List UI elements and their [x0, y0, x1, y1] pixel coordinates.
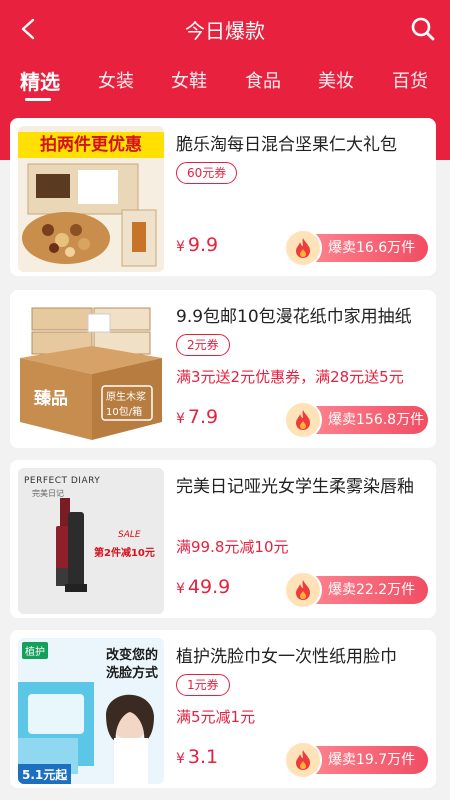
- image-banner: 拍两件更优惠: [18, 132, 164, 158]
- tab-nvzhuang[interactable]: 女装: [98, 67, 134, 93]
- image-brand-cn: 完美日记: [32, 489, 64, 498]
- image-slogan-1: 改变您的: [106, 648, 159, 663]
- product-card[interactable]: PERFECT DIARY 完美日记 SALE 第2件减10元 完美日记哑光女学…: [10, 460, 436, 618]
- top-bar: 今日爆款: [0, 0, 450, 58]
- image-sale-text: 第2件减10元: [94, 548, 155, 559]
- image-brand: 植护: [22, 642, 48, 659]
- coupon-badge: 2元券: [176, 334, 230, 356]
- image-slogan-2: 洗脸方式: [106, 666, 159, 681]
- sold-badge: 爆卖16.6万件: [284, 229, 428, 267]
- sold-badge: 爆卖22.2万件: [284, 571, 428, 609]
- product-image[interactable]: PERFECT DIARY 完美日记 SALE 第2件减10元: [18, 468, 164, 614]
- coupon-badge: 60元券: [176, 162, 238, 184]
- svg-text:10包/箱: 10包/箱: [106, 405, 142, 418]
- tab-meizhuang[interactable]: 美妆: [318, 67, 354, 93]
- sold-badge: 爆卖156.8万件: [284, 401, 428, 439]
- fire-icon: [284, 229, 322, 267]
- product-card[interactable]: 臻品 原生木浆 10包/箱 9.9包邮10包漫花纸巾家用抽纸 2元券 满3元送2…: [10, 290, 436, 448]
- product-title[interactable]: 完美日记哑光女学生柔雾染唇釉: [176, 472, 426, 497]
- product-image[interactable]: 拍两件更优惠: [18, 126, 164, 272]
- product-card[interactable]: 拍两件更优惠 脆乐淘每日混合坚果仁大礼包 60元券 ¥9.9 爆卖16.6万件: [10, 118, 436, 276]
- coupon-badge: 1元券: [176, 674, 230, 696]
- tab-nvxie[interactable]: 女鞋: [171, 67, 207, 93]
- fire-icon: [284, 401, 322, 439]
- product-title[interactable]: 9.9包邮10包漫花纸巾家用抽纸: [176, 302, 426, 327]
- product-title[interactable]: 脆乐淘每日混合坚果仁大礼包: [176, 130, 426, 155]
- product-price: ¥7.9: [176, 406, 219, 428]
- image-brand: PERFECT DIARY: [24, 476, 101, 486]
- product-price: ¥9.9: [176, 234, 219, 256]
- category-tabs: 精选 女装 女鞋 食品 美妆 百货: [0, 62, 450, 106]
- page-title: 今日爆款: [185, 19, 265, 43]
- search-icon[interactable]: [406, 12, 440, 46]
- tab-jingxuan[interactable]: 精选: [20, 66, 60, 95]
- image-sale-tag: SALE: [118, 530, 141, 540]
- fire-icon: [284, 571, 322, 609]
- product-image[interactable]: 植护 改变您的 洗脸方式 5.1元起: [18, 638, 164, 784]
- active-tab-indicator: [25, 98, 51, 101]
- svg-text:原生木浆: 原生木浆: [106, 390, 146, 403]
- tab-shipin[interactable]: 食品: [245, 67, 281, 93]
- sold-badge: 爆卖19.7万件: [284, 741, 428, 779]
- product-title[interactable]: 植护洗脸巾女一次性纸用脸巾: [176, 642, 426, 667]
- product-price: ¥3.1: [176, 746, 219, 768]
- product-card[interactable]: 植护 改变您的 洗脸方式 5.1元起 植护洗脸巾女一次性纸用脸巾 1元券 满5元…: [10, 630, 436, 788]
- product-image[interactable]: 臻品 原生木浆 10包/箱: [18, 298, 164, 444]
- fire-icon: [284, 741, 322, 779]
- promo-text: 满5元减1元: [176, 708, 256, 726]
- promo-text: 满99.8元减10元: [176, 538, 289, 556]
- image-badge: 5.1元起: [18, 764, 72, 784]
- tab-baihuo[interactable]: 百货: [392, 67, 428, 93]
- product-price: ¥49.9: [176, 576, 231, 598]
- svg-text:臻品: 臻品: [34, 388, 68, 409]
- promo-text: 满3元送2元优惠券，满28元送5元: [176, 368, 404, 386]
